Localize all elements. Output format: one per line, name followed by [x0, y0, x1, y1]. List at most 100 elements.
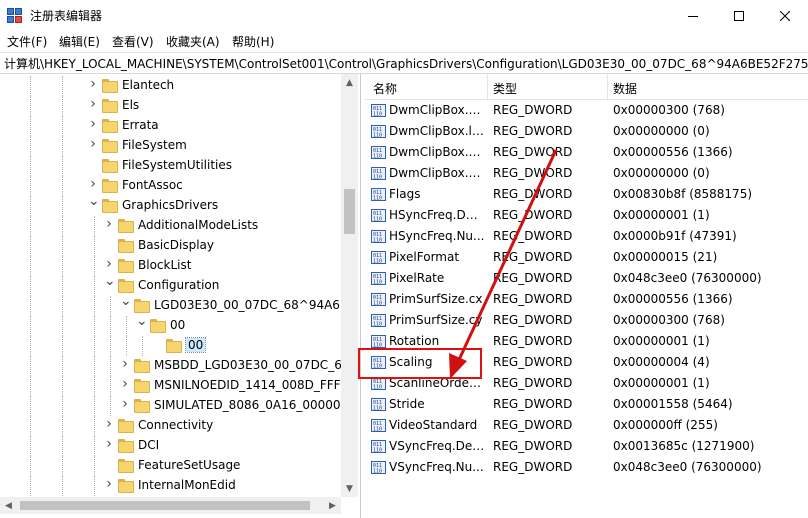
value-type: REG_DWORD — [493, 271, 573, 285]
chevron-right-icon[interactable]: › — [120, 377, 130, 391]
chevron-down-icon[interactable]: ⌄ — [104, 274, 116, 288]
folder-icon — [166, 339, 182, 353]
scroll-up-icon[interactable]: ▲ — [341, 74, 358, 91]
chevron-right-icon[interactable]: › — [88, 77, 98, 91]
key-tree-pane: › Elantech › Els › Errata › FileSystem FileSyste… — [0, 74, 361, 518]
value-row[interactable]: 011 110 PixelRate REG_DWORD 0x048c3ee0 (7630… — [365, 268, 808, 289]
value-name: PrimSurfSize.cx — [389, 292, 483, 306]
menu-help[interactable]: 帮助(H) — [232, 33, 274, 50]
menu-file[interactable]: 文件(F) — [7, 33, 47, 50]
tree-item-label: FileSystem — [122, 138, 187, 152]
tree-item[interactable]: › DCI — [0, 436, 341, 456]
minimize-button[interactable] — [670, 0, 716, 31]
tree-item[interactable]: FileSystemUtilities — [0, 156, 341, 176]
value-row[interactable]: 011 110 VSyncFreq.Nu... REG_DWORD 0x048c3ee0… — [365, 457, 808, 478]
chevron-right-icon[interactable]: › — [104, 437, 114, 451]
value-data: 0x00000004 (4) — [613, 355, 710, 369]
tree-item[interactable]: 00 — [0, 336, 341, 356]
tree-item[interactable]: ⌄ LGD03E30_00_07DC_68^94A6BE — [0, 294, 341, 316]
column-name-header[interactable]: 名称 — [373, 80, 397, 97]
tree-item-label: 00 — [170, 318, 186, 332]
chevron-right-icon[interactable]: › — [88, 117, 98, 131]
scroll-right-icon[interactable]: ▶ — [324, 497, 341, 514]
tree-item[interactable]: ⌄ GraphicsDrivers — [0, 194, 341, 216]
tree-item-label: FontAssoc — [122, 178, 183, 192]
address-path[interactable]: 计算机\HKEY_LOCAL_MACHINE\SYSTEM\ControlSet… — [4, 55, 808, 72]
tree-item[interactable]: › FontAssoc — [0, 176, 341, 196]
scroll-down-icon[interactable]: ▼ — [341, 480, 358, 497]
address-bar[interactable]: 计算机\HKEY_LOCAL_MACHINE\SYSTEM\ControlSet… — [0, 52, 808, 74]
tree-item[interactable]: › Errata — [0, 116, 341, 136]
tree-item[interactable]: › Els — [0, 96, 341, 116]
close-button[interactable] — [762, 0, 808, 31]
tree-guide-line — [62, 216, 63, 236]
column-type-header[interactable]: 类型 — [493, 80, 517, 97]
chevron-right-icon[interactable]: › — [120, 397, 130, 411]
maximize-button[interactable] — [716, 0, 762, 31]
tree-item[interactable]: › FileSystem — [0, 136, 341, 156]
value-row[interactable]: 011 110 HSyncFreq.Nu... REG_DWORD 0x0000b91f… — [365, 226, 808, 247]
tree-guide-line — [62, 136, 63, 156]
tree-item[interactable]: › Elantech — [0, 76, 341, 96]
tree-item[interactable]: › InternalMonEdid — [0, 476, 341, 496]
value-type: REG_DWORD — [493, 355, 573, 369]
tree-guide-line — [62, 76, 63, 96]
value-row[interactable]: 011 110 VideoStandard REG_DWORD 0x000000ff (… — [365, 415, 808, 436]
tree-vertical-scrollbar[interactable]: ▲ ▼ — [341, 74, 358, 497]
column-data-header[interactable]: 数据 — [613, 80, 637, 97]
value-row[interactable]: 011 110 PrimSurfSize.cy REG_DWORD 0x00000300… — [365, 310, 808, 331]
value-row[interactable]: 011 110 DwmClipBox.b... REG_DWORD 0x00000300… — [365, 100, 808, 121]
tree-item[interactable]: › AdditionalModeLists — [0, 216, 341, 236]
chevron-right-icon[interactable]: › — [88, 137, 98, 151]
tree-guide-line — [94, 416, 95, 436]
chevron-down-icon[interactable]: ⌄ — [88, 194, 100, 208]
tree-item[interactable]: › SIMULATED_8086_0A16_0000000 — [0, 396, 341, 416]
chevron-right-icon[interactable]: › — [104, 217, 114, 231]
column-divider[interactable] — [487, 74, 488, 100]
menu-favorites[interactable]: 收藏夹(A) — [166, 33, 220, 50]
value-data: 0x00830b8f (8588175) — [613, 187, 753, 201]
tree-guide-line — [62, 376, 63, 396]
value-row[interactable]: 011 110 Flags REG_DWORD 0x00830b8f (8588175) — [365, 184, 808, 205]
chevron-right-icon[interactable]: › — [88, 177, 98, 191]
value-row[interactable]: 011 110 Stride REG_DWORD 0x00001558 (5464) — [365, 394, 808, 415]
value-row[interactable]: 011 110 PrimSurfSize.cx REG_DWORD 0x00000556… — [365, 289, 808, 310]
folder-icon — [102, 139, 118, 153]
tree-item[interactable]: BasicDisplay — [0, 236, 341, 256]
chevron-right-icon[interactable]: › — [104, 257, 114, 271]
chevron-down-icon[interactable]: ⌄ — [120, 294, 132, 308]
value-row[interactable]: 011 110 DwmClipBox.ri... REG_DWORD 0x0000055… — [365, 142, 808, 163]
folder-icon — [102, 199, 118, 213]
tree-horizontal-scrollbar[interactable]: ◀ ▶ — [0, 497, 341, 514]
chevron-right-icon[interactable]: › — [88, 97, 98, 111]
value-data: 0x00000001 (1) — [613, 208, 710, 222]
tree-item[interactable]: ⌄ 00 — [0, 314, 341, 336]
tree-guide-line — [94, 436, 95, 456]
tree-vscroll-thumb[interactable] — [344, 189, 355, 234]
tree-hscroll-thumb[interactable] — [20, 501, 310, 510]
tree-item[interactable]: › Connectivity — [0, 416, 341, 436]
value-row[interactable]: 011 110 DwmClipBox.left REG_DWORD 0x00000000… — [365, 121, 808, 142]
tree-guide-line — [30, 336, 31, 356]
tree-item[interactable]: › MSNILNOEDID_1414_008D_FFFF — [0, 376, 341, 396]
tree-item[interactable]: › BlockList — [0, 256, 341, 276]
chevron-right-icon[interactable]: › — [120, 357, 130, 371]
chevron-down-icon[interactable]: ⌄ — [136, 314, 148, 328]
value-row[interactable]: 011 110 PixelFormat REG_DWORD 0x00000015 (21… — [365, 247, 808, 268]
tree-item[interactable]: ⌄ Configuration — [0, 274, 341, 296]
value-row[interactable]: 011 110 DwmClipBox.top REG_DWORD 0x00000000 … — [365, 163, 808, 184]
value-row[interactable]: 011 110 VSyncFreq.Den... REG_DWORD 0x0013685… — [365, 436, 808, 457]
column-divider[interactable] — [607, 74, 608, 100]
tree-item[interactable]: › MSBDD_LGD03E30_00_07DC_68 — [0, 356, 341, 376]
value-row[interactable]: 011 110 HSyncFreq.Den... REG_DWORD 0x0000000… — [365, 205, 808, 226]
tree-item-label: Connectivity — [138, 418, 214, 432]
tree-item-label: DCI — [138, 438, 160, 452]
tree-guide-line — [62, 396, 63, 416]
tree-guide-line — [94, 316, 95, 336]
chevron-right-icon[interactable]: › — [104, 477, 114, 491]
menu-view[interactable]: 查看(V) — [112, 33, 154, 50]
chevron-right-icon[interactable]: › — [104, 417, 114, 431]
menu-edit[interactable]: 编辑(E) — [59, 33, 100, 50]
tree-item[interactable]: FeatureSetUsage — [0, 456, 341, 476]
scroll-left-icon[interactable]: ◀ — [0, 497, 17, 514]
